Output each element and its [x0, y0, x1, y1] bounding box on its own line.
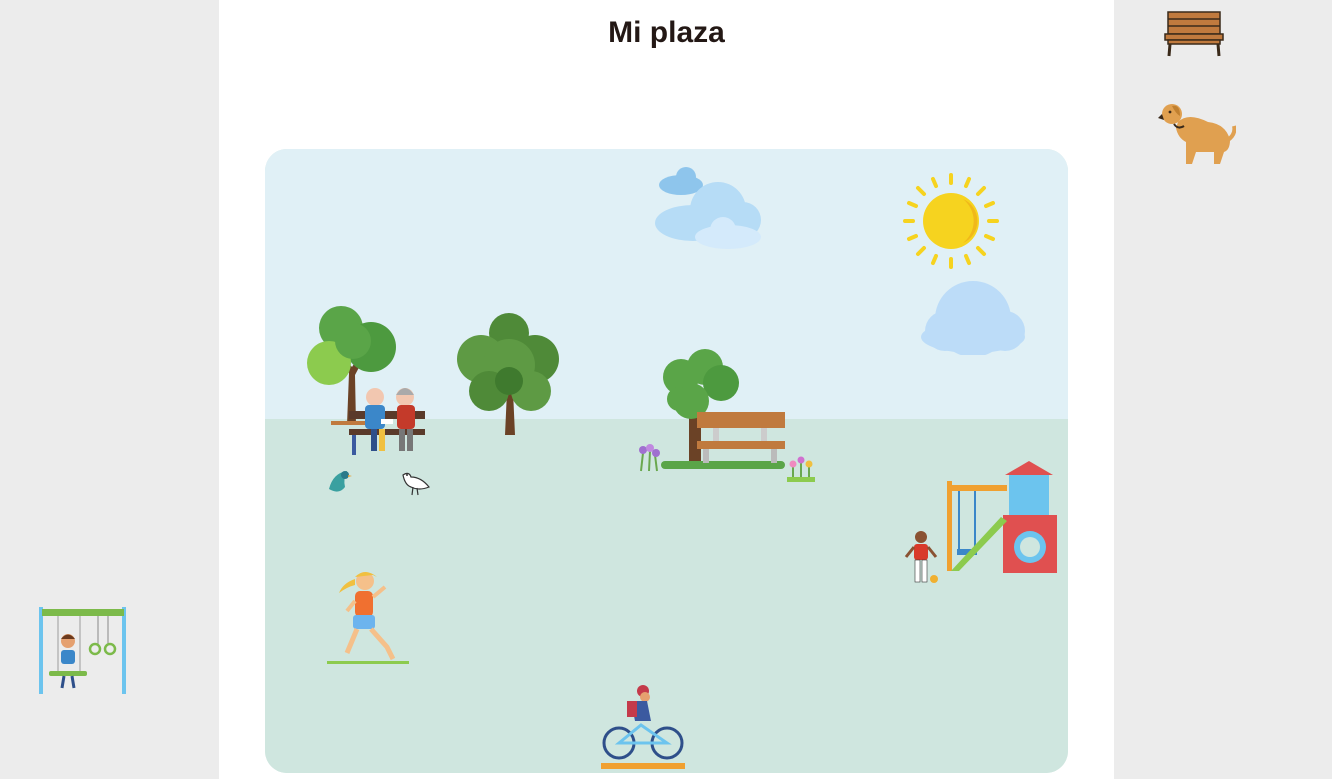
child-with-ball-icon	[904, 531, 938, 583]
park-scene-canvas[interactable]	[265, 149, 1068, 773]
elderly-couple-sticker[interactable]	[347, 381, 427, 457]
tree-icon	[457, 313, 559, 435]
child-with-ball-sticker[interactable]	[901, 529, 941, 587]
pigeon-icon	[402, 472, 430, 496]
flowers-icon	[639, 444, 660, 472]
main-area: Mi plaza	[219, 0, 1114, 779]
cloud-sticker-right[interactable]	[919, 279, 1027, 357]
page-title: Mi plaza	[608, 16, 725, 49]
right-sticker-panel	[1114, 0, 1332, 779]
left-sticker-panel	[0, 0, 219, 779]
dog-sticker[interactable]	[1158, 98, 1237, 166]
bench-icon	[1164, 11, 1224, 57]
bird-icon	[329, 471, 352, 492]
pigeon-sticker[interactable]	[399, 467, 433, 499]
playground-sticker[interactable]	[945, 459, 1061, 575]
runner-sticker[interactable]	[325, 567, 411, 667]
flowers-sticker-purple[interactable]	[635, 441, 665, 473]
swing-set-sticker[interactable]	[38, 606, 128, 696]
elderly-couple-on-bench-icon	[349, 388, 425, 455]
bench-sticker[interactable]	[1164, 10, 1224, 58]
runner-icon	[327, 572, 409, 664]
cyclist-icon	[601, 685, 685, 769]
swing-set-icon	[39, 607, 126, 694]
flowers-sticker-pink[interactable]	[785, 453, 817, 483]
playground-icon	[947, 461, 1057, 573]
cyclist-sticker[interactable]	[601, 685, 687, 771]
cloud-sticker-top[interactable]	[653, 165, 765, 253]
dog-icon	[1158, 104, 1237, 164]
cloud-icon	[921, 281, 1025, 357]
sun-icon	[903, 173, 999, 269]
sun-sticker[interactable]	[901, 171, 1001, 271]
park-bench-sticker[interactable]	[695, 411, 789, 465]
tree-sticker-dark[interactable]	[449, 311, 567, 435]
bench-icon	[697, 412, 785, 463]
cloud-icon	[655, 167, 761, 249]
flowers-icon	[787, 456, 815, 482]
bird-sticker[interactable]	[325, 467, 353, 497]
